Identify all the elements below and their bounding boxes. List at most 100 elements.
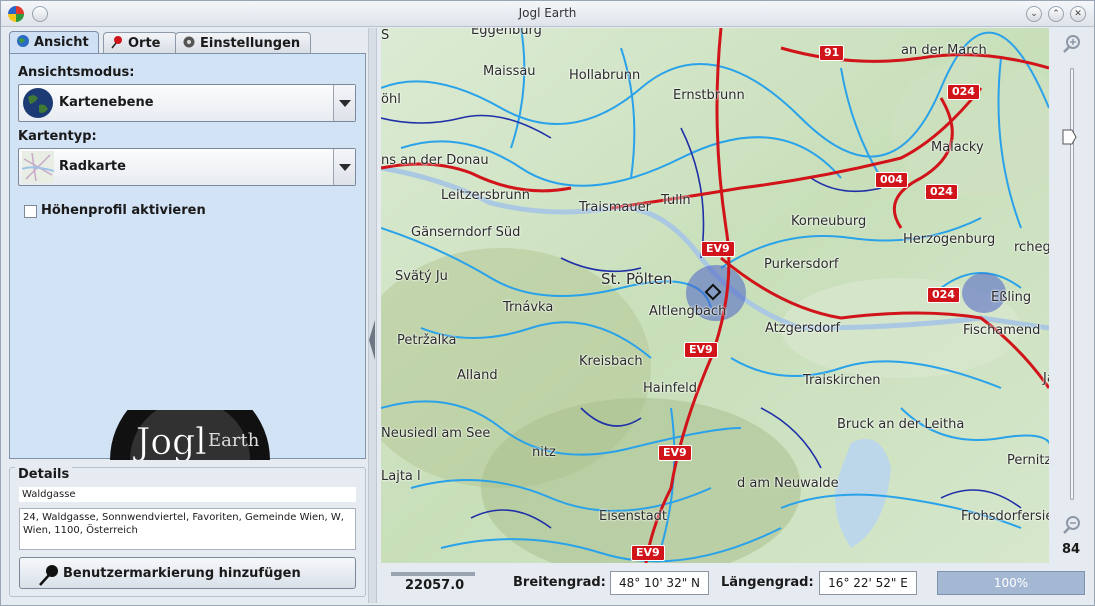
place-label: Ernstbrunn [673, 88, 745, 103]
globe-icon [17, 35, 29, 47]
place-label: rchegg [1014, 240, 1049, 255]
place-label: Trnávka [503, 300, 554, 315]
map-view[interactable]: Eggenburg Maissau Hollabrunn an der March öh… [381, 28, 1049, 563]
road-badge: EV9 [631, 545, 665, 561]
collapse-arrow-icon[interactable] [369, 320, 375, 360]
place-label: Traiskirchen [803, 373, 881, 388]
place-label: Kreisbach [579, 354, 643, 369]
place-label: Fischamend [963, 323, 1041, 338]
latitude-field[interactable]: 48° 10' 32" N [610, 571, 709, 595]
place-label: d am Neuwalde [737, 476, 839, 491]
place-label: Herzogenburg [903, 232, 996, 247]
elevation-label: Höhenprofil aktivieren [41, 203, 206, 218]
chevron-down-icon[interactable] [333, 149, 355, 185]
zoom-in-icon[interactable] [1062, 34, 1082, 54]
zoom-out-icon[interactable] [1062, 515, 1082, 535]
place-label: Tulln [661, 193, 691, 208]
tab-einstellungen[interactable]: Einstellungen [175, 32, 311, 53]
minimize-button[interactable]: ⌄ [1026, 6, 1042, 22]
place-label: Gänserndorf Süd [411, 225, 521, 240]
road-badge: EV9 [701, 241, 735, 257]
place-label: Malacky [931, 140, 984, 155]
add-button-label: Benutzermarkierung hinzufügen [63, 566, 301, 581]
longitude-label: Längengrad: [721, 575, 814, 590]
map-type-label: Kartentyp: [18, 129, 97, 144]
add-user-marker-button[interactable]: Benutzermarkierung hinzufügen [19, 557, 356, 589]
place-label: Hainfeld [643, 381, 698, 396]
place-name-field[interactable]: Waldgasse [19, 487, 356, 502]
details-title: Details [15, 467, 73, 482]
road-badge: 004 [875, 172, 908, 188]
place-label: Purkersdorf [764, 257, 839, 272]
place-label: Altlengbach [649, 304, 727, 319]
elevation-checkbox[interactable] [24, 205, 37, 218]
tab-label: Orte [128, 36, 161, 51]
place-label: Korneuburg [791, 214, 867, 229]
road-badge: 024 [947, 84, 980, 100]
place-label: Leitzersbrunn [441, 188, 530, 203]
longitude-field[interactable]: 16° 22' 52" E [819, 571, 917, 595]
scale-value: 22057.0 [405, 578, 465, 593]
place-label: Neusiedl am See [381, 426, 491, 441]
view-mode-select[interactable]: Kartenebene [18, 84, 356, 122]
tab-ansicht[interactable]: Ansicht [9, 31, 99, 54]
zoom-slider-thumb[interactable] [1062, 129, 1077, 145]
loading-progress: 100% [937, 571, 1085, 595]
view-mode-label: Ansichtsmodus: [18, 65, 135, 80]
pin-icon [111, 36, 122, 49]
place-label: St. Pölten [601, 270, 673, 288]
road-badge: 024 [925, 184, 958, 200]
gear-icon [183, 36, 195, 48]
place-label: Atzgersdorf [765, 321, 841, 336]
road-badge: EV9 [658, 445, 692, 461]
chevron-down-icon[interactable] [333, 85, 355, 121]
place-label: Eisenstadt [599, 509, 668, 524]
tab-label: Ansicht [34, 35, 89, 50]
zoom-level: 84 [1062, 542, 1081, 557]
place-label: öhl [381, 92, 401, 107]
place-label: Eggenburg [471, 28, 542, 38]
earth-icon [23, 88, 53, 118]
map-type-value: Radkarte [59, 159, 126, 174]
place-label: Alland [457, 368, 498, 383]
address-field[interactable]: 24, Waldgasse, Sonnwendviertel, Favorite… [19, 508, 356, 550]
app-window: Jogl Earth ⌄ ⌃ ✕ Ansicht Orte Einstellun… [0, 0, 1095, 606]
panel-splitter[interactable] [368, 28, 377, 603]
pin-icon [39, 565, 58, 586]
logo-subtext: Earth [208, 430, 260, 451]
window-title: Jogl Earth [518, 6, 577, 20]
place-label: ns an der Donau [381, 153, 489, 168]
map-thumbnail-icon [22, 151, 54, 183]
jogl-earth-logo: Jogl Earth [100, 410, 280, 460]
maximize-button[interactable]: ⌃ [1048, 6, 1064, 22]
road-badge: 024 [927, 287, 960, 303]
view-panel: Ansichtsmodus: Kartenebene Kartentyp: Ra… [9, 53, 366, 460]
place-label: Lajta l [381, 469, 421, 484]
place-label: S [381, 28, 390, 43]
close-button[interactable]: ✕ [1070, 6, 1086, 22]
place-label: Jánossomorja [1043, 371, 1049, 386]
place-label: Svätý Ju [395, 269, 448, 284]
zoom-panel: 84 [1050, 28, 1094, 563]
place-label: Pernitz [1007, 453, 1049, 468]
status-bar: 22057.0 Breitengrad: 48° 10' 32" N Länge… [381, 564, 1094, 602]
details-group: Details Waldgasse 24, Waldgasse, Sonnwen… [9, 467, 366, 597]
scale-bar [391, 572, 475, 576]
place-label: Eßling [991, 290, 1032, 305]
title-bar: Jogl Earth ⌄ ⌃ ✕ [1, 1, 1094, 27]
place-label: Maissau [483, 64, 536, 79]
map-type-select[interactable]: Radkarte [18, 148, 356, 186]
logo-text: Jogl [132, 422, 207, 460]
place-label: Bruck an der Leitha [837, 417, 965, 432]
tab-orte[interactable]: Orte [103, 32, 177, 53]
view-mode-value: Kartenebene [59, 95, 154, 110]
tab-label: Einstellungen [200, 36, 301, 51]
road-badge: 91 [819, 45, 845, 61]
road-badge: EV9 [684, 342, 718, 358]
place-label: Frohsdorfersiedlung [961, 509, 1049, 524]
place-label: an der March [901, 43, 987, 58]
place-label: Petržalka [397, 333, 457, 348]
place-label: nitz [532, 445, 556, 460]
place-label: Traismauer [579, 200, 651, 215]
latitude-label: Breitengrad: [513, 575, 606, 590]
